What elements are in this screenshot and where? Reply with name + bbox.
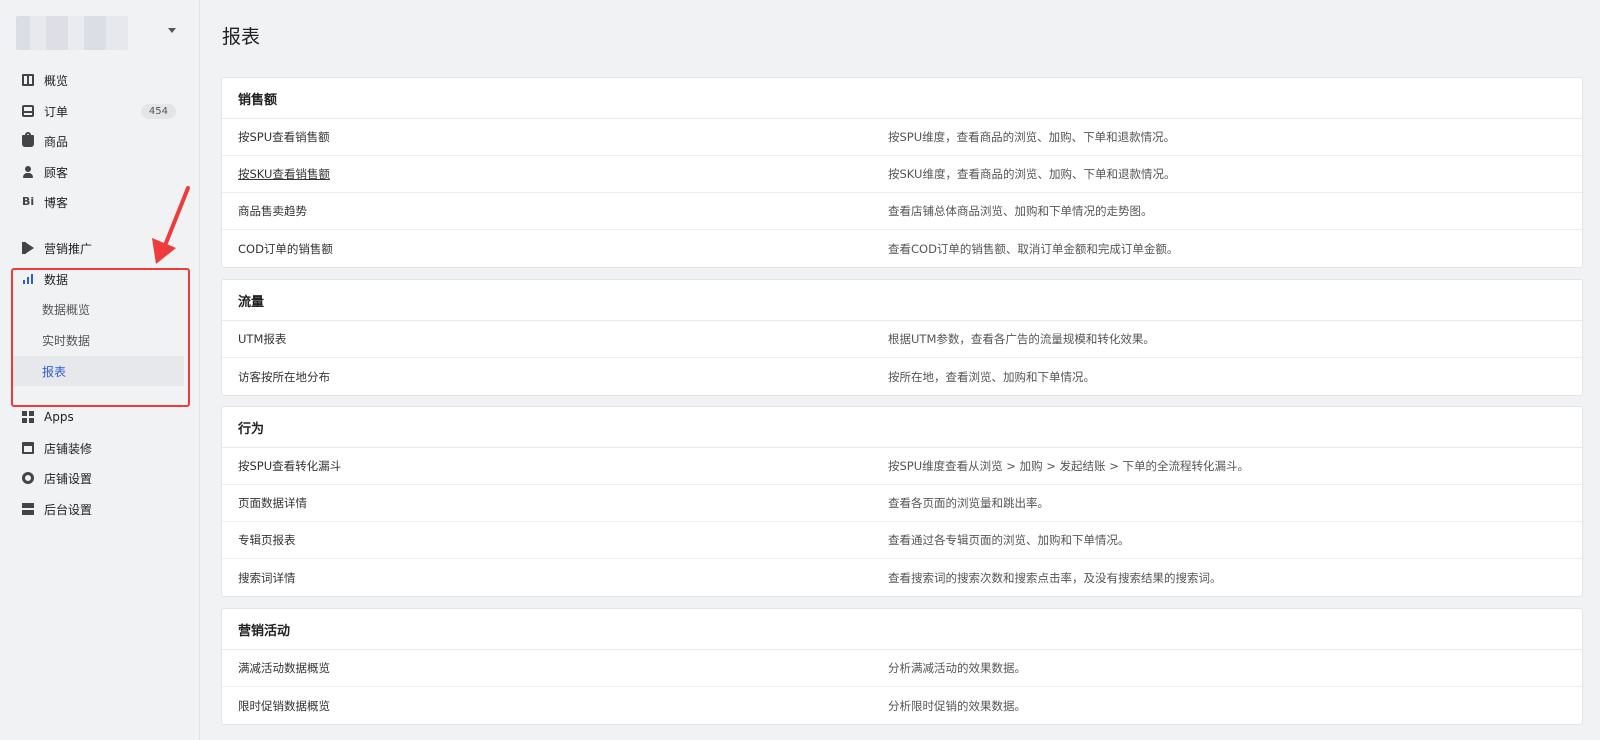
- sidebar-item-overview[interactable]: 概览: [12, 65, 188, 95]
- report-name[interactable]: 商品售卖趋势: [238, 203, 888, 219]
- report-row[interactable]: 搜索词详情 查看搜索词的搜索次数和搜索点击率，及没有搜索结果的搜索词。: [222, 559, 1582, 596]
- sidebar-subitem-label: 数据概览: [42, 302, 91, 317]
- report-row[interactable]: 按SPU查看转化漏斗 按SPU维度查看从浏览 > 加购 > 发起结账 > 下单的…: [222, 448, 1582, 485]
- store-name-blurred: [16, 16, 128, 50]
- section-card-traffic: 流量 UTM报表 根据UTM参数，查看各广告的流量规模和转化效果。 访客按所在地…: [221, 279, 1583, 396]
- person-icon: [22, 166, 34, 178]
- store-switcher[interactable]: [16, 16, 188, 50]
- report-desc: 查看各页面的浏览量和跳出率。: [888, 496, 1049, 510]
- sidebar-item-label: 概览: [44, 73, 69, 88]
- report-desc: 查看通过各专辑页面的浏览、加购和下单情况。: [888, 533, 1130, 547]
- report-desc: 按SKU维度，查看商品的浏览、加购、下单和退款情况。: [888, 167, 1176, 181]
- section-card-promotions: 营销活动 满减活动数据概览 分析满减活动的效果数据。 限时促销数据概览 分析限时…: [221, 608, 1583, 725]
- section-title: 流量: [222, 280, 1582, 321]
- section-title: 行为: [222, 407, 1582, 448]
- report-name[interactable]: 访客按所在地分布: [238, 369, 888, 385]
- sidebar-item-apps[interactable]: Apps: [12, 402, 188, 432]
- section-title: 营销活动: [222, 609, 1582, 650]
- sidebar-item-label: Apps: [44, 410, 74, 424]
- order-count-badge: 454: [140, 103, 176, 119]
- sidebar-item-label: 后台设置: [44, 502, 93, 517]
- report-desc: 根据UTM参数，查看各广告的流量规模和转化效果。: [888, 332, 1155, 346]
- sidebar-item-data[interactable]: 数据: [12, 264, 188, 294]
- sidebar-item-label: 数据: [44, 272, 69, 287]
- red-arrow-annotation: [152, 186, 190, 264]
- report-desc: 按SPU维度查看从浏览 > 加购 > 发起结账 > 下单的全流程转化漏斗。: [888, 459, 1249, 473]
- section-title: 销售额: [222, 78, 1582, 119]
- storefront-icon: [22, 442, 34, 454]
- section-card-behavior: 行为 按SPU查看转化漏斗 按SPU维度查看从浏览 > 加购 > 发起结账 > …: [221, 406, 1583, 597]
- sidebar-item-label: 订单: [44, 104, 69, 119]
- inbox-icon: [22, 105, 34, 117]
- report-name[interactable]: 搜索词详情: [238, 570, 888, 586]
- sidebar-item-customers[interactable]: 顾客: [12, 157, 188, 187]
- page-title: 报表: [222, 26, 261, 48]
- blog-icon: Bi: [22, 195, 35, 208]
- sidebar-subitem-label: 实时数据: [42, 333, 91, 348]
- sidebar-item-label: 顾客: [44, 165, 69, 180]
- report-row[interactable]: 专辑页报表 查看通过各专辑页面的浏览、加购和下单情况。: [222, 522, 1582, 559]
- sidebar-item-label: 店铺设置: [44, 471, 93, 486]
- report-row[interactable]: 满减活动数据概览 分析满减活动的效果数据。: [222, 650, 1582, 687]
- report-row[interactable]: 按SKU查看销售额 按SKU维度，查看商品的浏览、加购、下单和退款情况。: [222, 156, 1582, 193]
- dashboard-icon: [22, 74, 34, 86]
- report-name[interactable]: 页面数据详情: [238, 495, 888, 511]
- report-row[interactable]: UTM报表 根据UTM参数，查看各广告的流量规模和转化效果。: [222, 321, 1582, 358]
- report-desc: 查看搜索词的搜索次数和搜索点击率，及没有搜索结果的搜索词。: [888, 570, 1222, 585]
- sidebar-subitem-reports[interactable]: 报表: [12, 356, 184, 386]
- gear-icon: [22, 472, 34, 484]
- report-desc: 查看COD订单的销售额、取消订单金额和完成订单金额。: [888, 241, 1179, 256]
- sidebar-subitem-label: 报表: [42, 364, 67, 379]
- report-name[interactable]: 专辑页报表: [238, 532, 888, 548]
- report-row[interactable]: 商品售卖趋势 查看店铺总体商品浏览、加购和下单情况的走势图。: [222, 193, 1582, 230]
- sidebar-item-label: 店铺装修: [44, 441, 93, 456]
- sidebar-item-label: 商品: [44, 134, 69, 149]
- caret-down-icon[interactable]: [168, 28, 176, 33]
- report-name[interactable]: 满减活动数据概览: [238, 660, 888, 676]
- sidebar-item-orders[interactable]: 订单 454: [12, 96, 188, 126]
- megaphone-icon: [22, 242, 34, 254]
- report-desc: 按SPU维度，查看商品的浏览、加购、下单和退款情况。: [888, 130, 1176, 144]
- section-card-sales: 销售额 按SPU查看销售额 按SPU维度，查看商品的浏览、加购、下单和退款情况。…: [221, 77, 1583, 268]
- main-content: 报表 销售额 按SPU查看销售额 按SPU维度，查看商品的浏览、加购、下单和退款…: [200, 0, 1600, 740]
- report-row[interactable]: 限时促销数据概览 分析限时促销的效果数据。: [222, 687, 1582, 724]
- report-name[interactable]: 限时促销数据概览: [238, 698, 888, 714]
- report-name[interactable]: COD订单的销售额: [238, 241, 888, 257]
- report-row[interactable]: COD订单的销售额 查看COD订单的销售额、取消订单金额和完成订单金额。: [222, 230, 1582, 267]
- report-desc: 查看店铺总体商品浏览、加购和下单情况的走势图。: [888, 204, 1153, 218]
- sidebar-item-store-settings[interactable]: 店铺设置: [12, 463, 188, 493]
- report-name[interactable]: UTM报表: [238, 331, 888, 347]
- sidebar-subitem-data-overview[interactable]: 数据概览: [12, 294, 184, 324]
- report-name[interactable]: 按SPU查看转化漏斗: [238, 458, 888, 474]
- report-row[interactable]: 访客按所在地分布 按所在地，查看浏览、加购和下单情况。: [222, 358, 1582, 395]
- server-icon: [22, 503, 34, 515]
- report-desc: 按所在地，查看浏览、加购和下单情况。: [888, 369, 1095, 384]
- bar-chart-icon: [22, 273, 34, 285]
- report-row[interactable]: 按SPU查看销售额 按SPU维度，查看商品的浏览、加购、下单和退款情况。: [222, 119, 1582, 156]
- report-desc: 分析满减活动的效果数据。: [888, 661, 1026, 675]
- report-name[interactable]: 按SPU查看销售额: [238, 129, 888, 145]
- report-name[interactable]: 按SKU查看销售额: [238, 166, 888, 182]
- apps-grid-icon: [22, 411, 34, 423]
- sidebar-item-admin-settings[interactable]: 后台设置: [12, 494, 188, 524]
- sidebar-subitem-realtime[interactable]: 实时数据: [12, 325, 184, 355]
- sidebar-item-store-design[interactable]: 店铺装修: [12, 433, 188, 463]
- sidebar: 概览 订单 454 商品 顾客 Bi 博客 营销推广 数据 数据概览 实时数据 …: [0, 0, 200, 740]
- sidebar-item-products[interactable]: 商品: [12, 126, 188, 156]
- shopping-bag-icon: [22, 132, 34, 147]
- report-row[interactable]: 页面数据详情 查看各页面的浏览量和跳出率。: [222, 485, 1582, 522]
- report-desc: 分析限时促销的效果数据。: [888, 698, 1026, 713]
